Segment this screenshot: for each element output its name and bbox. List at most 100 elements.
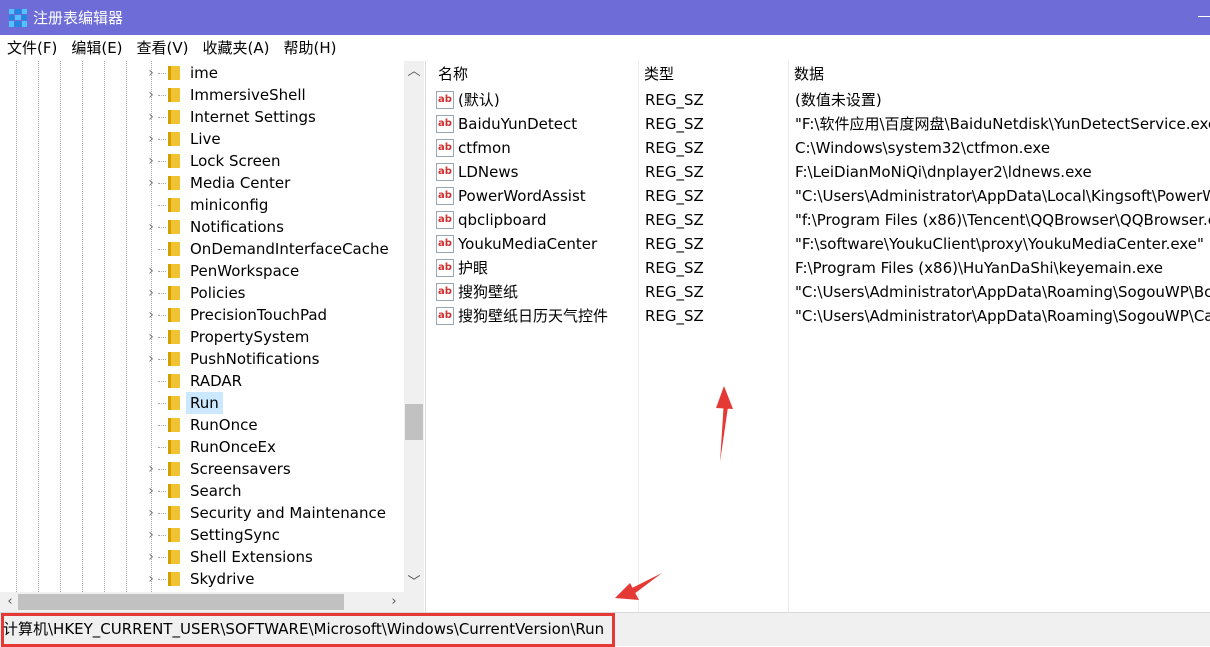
list-row[interactable]: ab ctfmon REG_SZ C:\Windows\system32\ctfmon…	[430, 136, 1210, 160]
tree-item[interactable]: › Internet Settings	[0, 106, 404, 128]
value-name: qbclipboard	[458, 211, 547, 229]
column-header-type[interactable]: 类型	[644, 61, 674, 87]
menu-favorites[interactable]: 收藏夹(A)	[196, 35, 277, 61]
folder-icon	[168, 418, 180, 432]
scroll-up-icon[interactable]: ︿	[404, 61, 424, 83]
tree-item[interactable]: › Screensavers	[0, 458, 404, 480]
list-row[interactable]: ab qbclipboard REG_SZ "f:\Program Files (x8…	[430, 208, 1210, 232]
scroll-left-icon[interactable]: ‹	[0, 592, 20, 612]
menu-file[interactable]: 文件(F)	[0, 35, 64, 61]
minimize-button[interactable]	[1190, 0, 1210, 35]
tree-item[interactable]: › Security and Maintenance	[0, 502, 404, 524]
tree-item[interactable]: › ime	[0, 62, 404, 84]
expand-chevron-icon[interactable]: ›	[146, 106, 156, 128]
value-type: REG_SZ	[645, 211, 704, 229]
scroll-down-icon[interactable]: ﹀	[404, 572, 424, 594]
tree-connector	[158, 557, 166, 558]
expand-chevron-icon[interactable]: ›	[146, 216, 156, 238]
tree-item[interactable]: › ImmersiveShell	[0, 84, 404, 106]
scroll-right-icon[interactable]: ›	[384, 592, 404, 612]
tree-item-label: PrecisionTouchPad	[190, 306, 328, 324]
tree-horizontal-scroll-thumb[interactable]	[18, 594, 344, 610]
title-bar[interactable]: 注册表编辑器	[0, 0, 1210, 35]
folder-icon	[168, 242, 180, 256]
tree-item[interactable]: › Media Center	[0, 172, 404, 194]
expand-chevron-icon[interactable]: ›	[146, 84, 156, 106]
list-row[interactable]: ab BaiduYunDetect REG_SZ "F:\软件应用\百度网盘\Baid…	[430, 112, 1210, 136]
expand-chevron-icon[interactable]: ›	[146, 502, 156, 524]
tree-item[interactable]: RunOnce	[0, 414, 404, 436]
key-tree-pane[interactable]: › ime › ImmersiveShell › Internet Settings › Li…	[0, 61, 426, 612]
tree-item[interactable]: › Search	[0, 480, 404, 502]
tree-item[interactable]: › SettingSync	[0, 524, 404, 546]
tree-item[interactable]: › Notifications	[0, 216, 404, 238]
tree-item-label: RunOnce	[190, 416, 258, 434]
list-row[interactable]: ab 搜狗壁纸 REG_SZ "C:\Users\Administrator\AppD…	[430, 280, 1210, 304]
list-row[interactable]: ab (默认) REG_SZ (数值未设置)	[430, 88, 1210, 112]
expand-chevron-icon[interactable]: ›	[146, 348, 156, 370]
folder-icon	[168, 286, 180, 300]
expand-chevron-icon[interactable]: ›	[146, 260, 156, 282]
tree-horizontal-scrollbar[interactable]: ‹ ›	[0, 592, 404, 612]
expand-chevron-icon[interactable]: ›	[146, 128, 156, 150]
expand-chevron-icon[interactable]: ›	[146, 546, 156, 568]
value-name: (默认)	[458, 91, 500, 109]
folder-icon	[168, 88, 180, 102]
column-header-name[interactable]: 名称	[438, 61, 468, 87]
tree-vertical-scrollbar[interactable]: ︿ ﹀	[404, 61, 424, 596]
list-row[interactable]: ab 搜狗壁纸日历天气控件 REG_SZ "C:\Users\Administrato…	[430, 304, 1210, 328]
menu-help[interactable]: 帮助(H)	[276, 35, 343, 61]
expand-chevron-icon[interactable]: ›	[146, 304, 156, 326]
tree-connector	[158, 161, 166, 162]
tree-item[interactable]: RADAR	[0, 370, 404, 392]
value-type: REG_SZ	[645, 307, 704, 325]
expand-chevron-icon[interactable]: ›	[146, 568, 156, 590]
expand-chevron-icon[interactable]: ›	[146, 480, 156, 502]
menu-edit[interactable]: 编辑(E)	[64, 35, 129, 61]
expand-chevron-icon[interactable]: ›	[146, 282, 156, 304]
column-header-data[interactable]: 数据	[794, 61, 824, 87]
menu-view[interactable]: 查看(V)	[130, 35, 196, 61]
tree-item-label: Internet Settings	[190, 108, 316, 126]
tree-item[interactable]: › Skydrive	[0, 568, 404, 590]
tree-item[interactable]: RunOnceEx	[0, 436, 404, 458]
value-data: (数值未设置)	[795, 91, 882, 109]
value-name: PowerWordAssist	[458, 187, 586, 205]
tree-connector	[158, 491, 166, 492]
tree-item[interactable]: miniconfig	[0, 194, 404, 216]
list-row[interactable]: ab 护眼 REG_SZ F:\Program Files (x86)\HuYanDa…	[430, 256, 1210, 280]
expand-chevron-icon[interactable]: ›	[146, 458, 156, 480]
tree-connector	[158, 139, 166, 140]
value-name: ctfmon	[458, 139, 511, 157]
value-type: REG_SZ	[645, 283, 704, 301]
tree-item[interactable]: › Live	[0, 128, 404, 150]
tree-item[interactable]: › Policies	[0, 282, 404, 304]
tree-connector	[158, 403, 166, 404]
tree-item[interactable]: OnDemandInterfaceCache	[0, 238, 404, 260]
folder-icon	[168, 66, 180, 80]
tree-item[interactable]: Run	[0, 392, 404, 414]
expand-chevron-icon[interactable]: ›	[146, 524, 156, 546]
expand-chevron-icon[interactable]: ›	[146, 326, 156, 348]
tree-item[interactable]: › PenWorkspace	[0, 260, 404, 282]
tree-item[interactable]: › PushNotifications	[0, 348, 404, 370]
list-row[interactable]: ab YoukuMediaCenter REG_SZ "F:\software\You…	[430, 232, 1210, 256]
folder-icon	[168, 308, 180, 322]
folder-icon	[168, 572, 180, 586]
expand-chevron-icon[interactable]: ›	[146, 150, 156, 172]
tree-item-label: RunOnceEx	[190, 438, 276, 456]
expand-chevron-icon[interactable]: ›	[146, 62, 156, 84]
string-value-icon: ab	[436, 235, 454, 253]
expand-chevron-icon[interactable]: ›	[146, 172, 156, 194]
list-row[interactable]: ab LDNews REG_SZ F:\LeiDianMoNiQi\dnplayer2…	[430, 160, 1210, 184]
value-type: REG_SZ	[645, 115, 704, 133]
tree-item-label: PropertySystem	[190, 328, 310, 346]
values-list-pane[interactable]: 名称 类型 数据 ab (默认) REG_SZ (数值未设置) ab BaiduYunDe…	[430, 61, 1210, 612]
tree-vertical-scroll-thumb[interactable]	[405, 404, 423, 440]
tree-item[interactable]: › Shell Extensions	[0, 546, 404, 568]
list-row[interactable]: ab PowerWordAssist REG_SZ "C:\Users\Adminis…	[430, 184, 1210, 208]
list-header: 名称 类型 数据	[430, 61, 1210, 87]
tree-item[interactable]: › PrecisionTouchPad	[0, 304, 404, 326]
tree-item[interactable]: › PropertySystem	[0, 326, 404, 348]
tree-item[interactable]: › Lock Screen	[0, 150, 404, 172]
